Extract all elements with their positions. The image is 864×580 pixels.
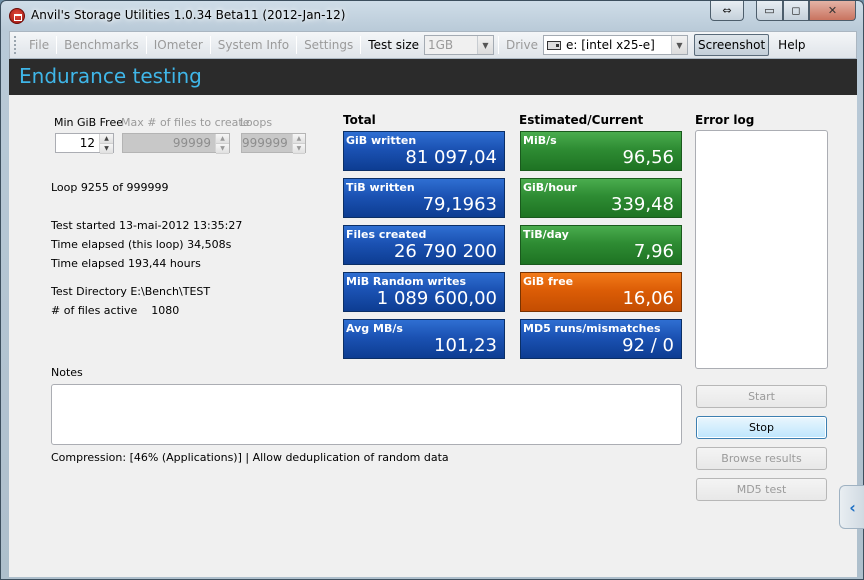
screenshot-button[interactable]: Screenshot	[694, 34, 770, 56]
page-header: Endurance testing	[9, 59, 857, 95]
time-elapsed-loop: Time elapsed (this loop) 34,508s	[51, 238, 232, 251]
loops-label: Loops	[240, 116, 273, 129]
menu-help[interactable]: Help	[773, 35, 810, 55]
minimize-button[interactable]: ▭	[756, 1, 783, 21]
tile-gib-free: GiB free 16,06	[520, 272, 682, 312]
tile-label: MD5 runs/mismatches	[523, 322, 661, 335]
tile-label: Files created	[346, 228, 427, 241]
menu-file[interactable]: File	[24, 35, 54, 55]
app-window: Anvil's Storage Utilities 1.0.34 Beta11 …	[0, 0, 864, 580]
max-files-label: Max # of files to create	[121, 116, 250, 129]
notes-label: Notes	[51, 366, 83, 379]
toolbar-grip[interactable]	[14, 36, 18, 54]
spin-up-icon[interactable]: ▲	[292, 134, 305, 144]
title-bar[interactable]: Anvil's Storage Utilities 1.0.34 Beta11 …	[1, 1, 863, 31]
tile-value: 7,96	[633, 241, 674, 262]
min-gib-free-label: Min GiB Free	[54, 116, 123, 129]
error-log-title: Error log	[695, 113, 755, 127]
tile-label: MiB/s	[523, 134, 557, 147]
drive-icon	[547, 40, 561, 50]
tile-label: Avg MB/s	[346, 322, 403, 335]
anvil-app-icon	[9, 8, 25, 24]
chevron-down-icon[interactable]: ▼	[671, 36, 687, 54]
menu-system-info[interactable]: System Info	[213, 35, 294, 55]
tile-tib-day: TiB/day 7,96	[520, 225, 682, 265]
tile-value: 16,06	[622, 288, 674, 309]
min-gib-free-value[interactable]: 12	[56, 134, 99, 152]
tile-label: MiB Random writes	[346, 275, 467, 288]
tile-mib-random-writes: MiB Random writes 1 089 600,00	[343, 272, 505, 312]
menu-separator	[209, 36, 211, 54]
swap-window-button[interactable]: ⇔	[710, 1, 744, 21]
menu-benchmarks[interactable]: Benchmarks	[59, 35, 144, 55]
tile-value: 1 089 600,00	[376, 288, 497, 309]
tile-label: TiB/day	[523, 228, 569, 241]
maximize-button[interactable]: ◻	[783, 1, 809, 21]
current-title: Estimated/Current	[519, 113, 644, 127]
tile-md5-runs: MD5 runs/mismatches 92 / 0	[520, 319, 682, 359]
tile-gib-written: GiB written 81 097,04	[343, 131, 505, 171]
min-gib-free-stepper[interactable]: 12 ▲ ▼	[55, 133, 114, 154]
md5-test-button[interactable]: MD5 test	[696, 478, 827, 501]
window-title: Anvil's Storage Utilities 1.0.34 Beta11 …	[31, 8, 346, 22]
spin-down-icon[interactable]: ▼	[100, 144, 113, 154]
tile-value: 79,1963	[422, 194, 497, 215]
menu-separator	[145, 36, 147, 54]
spin-up-icon[interactable]: ▲	[100, 134, 113, 144]
close-button[interactable]: ✕	[809, 1, 856, 21]
tile-label: GiB written	[346, 134, 417, 147]
loops-stepper[interactable]: 999999 ▲ ▼	[241, 133, 306, 154]
menu-bar: File Benchmarks IOmeter System Info Sett…	[9, 31, 857, 59]
total-title: Total	[343, 113, 376, 127]
spin-up-icon[interactable]: ▲	[216, 134, 229, 144]
main-content: Min GiB Free 12 ▲ ▼ Max # of files to cre…	[9, 95, 857, 577]
tile-tib-written: TiB written 79,1963	[343, 178, 505, 218]
stop-button[interactable]: Stop	[696, 416, 827, 439]
tile-value: 96,56	[622, 147, 674, 168]
tile-value: 26 790 200	[393, 241, 497, 262]
spin-down-icon[interactable]: ▼	[292, 144, 305, 154]
test-started: Test started 13-mai-2012 13:35:27	[51, 219, 243, 232]
drive-label: Drive	[506, 38, 538, 52]
menu-separator	[296, 36, 298, 54]
chevron-down-icon[interactable]: ▼	[477, 36, 493, 54]
spin-down-icon[interactable]: ▼	[216, 144, 229, 154]
files-active: # of files active 1080	[51, 304, 180, 317]
browse-results-button[interactable]: Browse results	[696, 447, 827, 470]
tile-files-created: Files created 26 790 200	[343, 225, 505, 265]
tile-value: 339,48	[611, 194, 674, 215]
error-log-box[interactable]	[695, 130, 828, 369]
max-files-value[interactable]: 99999	[123, 134, 215, 152]
start-button[interactable]: Start	[696, 385, 827, 408]
drive-name: e: [intel x25-e]	[566, 38, 655, 52]
page-title: Endurance testing	[19, 64, 202, 88]
tile-label: GiB/hour	[523, 181, 577, 194]
loops-value[interactable]: 999999	[242, 134, 292, 152]
tile-value: 81 097,04	[405, 147, 497, 168]
menu-settings[interactable]: Settings	[299, 35, 358, 55]
menu-separator	[498, 36, 499, 54]
time-elapsed: Time elapsed 193,44 hours	[51, 257, 201, 270]
tile-label: TiB written	[346, 181, 415, 194]
menu-separator	[360, 36, 362, 54]
tile-value: 101,23	[434, 335, 497, 356]
drive-value: e: [intel x25-e]	[544, 38, 671, 52]
tile-gib-hour: GiB/hour 339,48	[520, 178, 682, 218]
notes-textarea[interactable]	[51, 384, 682, 445]
tile-value: 92 / 0	[622, 335, 674, 356]
test-size-select[interactable]: 1GB ▼	[424, 35, 494, 55]
test-size-label: Test size	[368, 38, 419, 52]
compression-info: Compression: [46% (Applications)] | Allo…	[51, 451, 449, 464]
tile-mibs: MiB/s 96,56	[520, 131, 682, 171]
tile-avg-mbs: Avg MB/s 101,23	[343, 319, 505, 359]
chevron-left-icon[interactable]: ‹	[839, 485, 864, 529]
test-size-value: 1GB	[428, 38, 454, 52]
loop-status: Loop 9255 of 999999	[51, 181, 169, 194]
menu-separator	[56, 36, 58, 54]
drive-select[interactable]: e: [intel x25-e] ▼	[543, 35, 688, 55]
test-directory: Test Directory E:\Bench\TEST	[51, 285, 211, 298]
menu-iometer[interactable]: IOmeter	[149, 35, 208, 55]
tile-label: GiB free	[523, 275, 574, 288]
max-files-stepper[interactable]: 99999 ▲ ▼	[122, 133, 230, 154]
